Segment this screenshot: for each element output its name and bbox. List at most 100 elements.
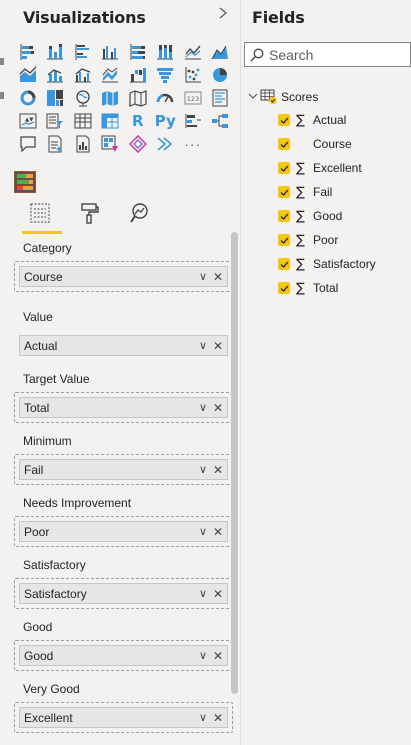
fields-search-box[interactable] (244, 42, 411, 67)
close-icon[interactable]: ✕ (213, 339, 227, 353)
well-field-pill[interactable]: Poor ∨ ✕ (19, 521, 228, 542)
chevron-down-icon[interactable]: ∨ (199, 463, 213, 476)
close-icon[interactable]: ✕ (213, 711, 227, 725)
power-apps-icon[interactable] (97, 133, 125, 155)
map-icon[interactable] (69, 87, 97, 109)
chevron-down-icon[interactable]: ∨ (199, 339, 213, 352)
kpi-icon[interactable]: ▲▼ (14, 110, 42, 132)
matrix-icon[interactable] (97, 110, 125, 132)
multi-row-card-icon[interactable] (207, 87, 235, 109)
field-item[interactable]: ∑ Good (278, 207, 342, 225)
well-drop-zone[interactable]: Actual ∨ ✕ (14, 330, 233, 361)
chevron-right-icon[interactable] (218, 6, 228, 23)
100-stacked-bar-icon[interactable] (124, 41, 152, 63)
well-field-pill[interactable]: Good ∨ ✕ (19, 645, 228, 666)
checkbox-checked[interactable] (278, 258, 290, 270)
well-label: Target Value (23, 372, 90, 386)
checkbox-checked[interactable] (278, 138, 290, 150)
checkbox-checked[interactable] (278, 186, 290, 198)
well-field-pill[interactable]: Excellent ∨ ✕ (19, 707, 228, 728)
checkbox-checked[interactable] (278, 282, 290, 294)
close-icon[interactable]: ✕ (213, 270, 227, 284)
clustered-bar-icon[interactable] (69, 41, 97, 63)
well-drop-zone[interactable]: Poor ∨ ✕ (14, 516, 233, 547)
chevron-down-icon[interactable]: ∨ (199, 401, 213, 414)
arcgis-icon[interactable] (152, 133, 180, 155)
qa-icon[interactable] (14, 133, 42, 155)
chevron-down-icon[interactable]: ∨ (199, 525, 213, 538)
well-drop-zone[interactable]: Excellent ∨ ✕ (14, 702, 233, 733)
pie-chart-icon[interactable] (207, 64, 235, 86)
stacked-bar-icon[interactable] (14, 41, 42, 63)
shape-map-icon[interactable] (124, 87, 152, 109)
clustered-column-icon[interactable] (97, 41, 125, 63)
funnel-icon[interactable] (152, 64, 180, 86)
power-automate-icon[interactable] (124, 133, 152, 155)
field-item[interactable]: ∑ Poor (278, 231, 338, 249)
paginated-report-icon[interactable] (69, 133, 97, 155)
format-tab[interactable] (72, 202, 108, 232)
line-clustered-column-icon[interactable] (69, 64, 97, 86)
more-visuals-icon[interactable]: ··· (179, 133, 207, 155)
close-icon[interactable]: ✕ (213, 525, 227, 539)
well-drop-zone[interactable]: Good ∨ ✕ (14, 640, 233, 671)
checkbox-checked[interactable] (278, 234, 290, 246)
line-stacked-column-icon[interactable] (42, 64, 70, 86)
gauge-icon[interactable] (152, 87, 180, 109)
chevron-down-icon[interactable]: ∨ (199, 649, 213, 662)
table-node-scores[interactable]: Scores (248, 89, 318, 105)
well-drop-zone[interactable]: Fail ∨ ✕ (14, 454, 233, 485)
field-item[interactable]: ∑ Fail (278, 183, 332, 201)
field-item[interactable]: ∑ Actual (278, 111, 346, 129)
donut-chart-icon[interactable] (14, 87, 42, 109)
decomposition-tree-icon[interactable] (207, 110, 235, 132)
chevron-down-icon[interactable]: ∨ (199, 711, 213, 724)
scatter-icon[interactable] (179, 64, 207, 86)
well-drop-zone[interactable]: Satisfactory ∨ ✕ (14, 578, 233, 609)
r-visual-icon[interactable]: R (124, 110, 152, 132)
well-field-pill[interactable]: Satisfactory ∨ ✕ (19, 583, 228, 604)
stacked-area-icon[interactable] (14, 64, 42, 86)
ribbon-chart-icon[interactable] (97, 64, 125, 86)
card-icon[interactable]: 123 (179, 87, 207, 109)
field-item[interactable]: ∑ Excellent (278, 159, 362, 177)
table-icon[interactable] (69, 110, 97, 132)
100-stacked-column-icon[interactable] (152, 41, 180, 63)
line-chart-icon[interactable] (179, 41, 207, 63)
well-field-pill[interactable]: Fail ∨ ✕ (19, 459, 228, 480)
fields-well-icon (30, 203, 50, 223)
custom-bullet-chart-icon[interactable] (14, 171, 36, 193)
close-icon[interactable]: ✕ (213, 587, 227, 601)
close-icon[interactable]: ✕ (213, 401, 227, 415)
checkbox-checked[interactable] (278, 210, 290, 222)
well-field-pill[interactable]: Actual ∨ ✕ (19, 335, 228, 356)
filled-map-icon[interactable] (97, 87, 125, 109)
well-field-pill[interactable]: Course ∨ ✕ (19, 266, 228, 287)
well-drop-zone[interactable]: Total ∨ ✕ (14, 392, 233, 423)
checkbox-checked[interactable] (278, 162, 290, 174)
chevron-down-icon[interactable] (248, 92, 260, 103)
python-visual-icon[interactable]: Py (152, 110, 180, 132)
checkbox-checked[interactable] (278, 114, 290, 126)
well-drop-zone[interactable]: Course ∨ ✕ (14, 261, 233, 292)
chevron-down-icon[interactable]: ∨ (199, 587, 213, 600)
smart-narrative-icon[interactable] (42, 133, 70, 155)
wells-scrollbar[interactable] (231, 232, 238, 694)
well-field-pill[interactable]: Total ∨ ✕ (19, 397, 228, 418)
field-item[interactable]: ∑ Satisfactory (278, 255, 376, 273)
field-item[interactable]: Course (278, 135, 352, 153)
search-input[interactable] (269, 46, 399, 63)
chevron-down-icon[interactable]: ∨ (199, 270, 213, 283)
close-icon[interactable]: ✕ (213, 463, 227, 477)
key-influencers-icon[interactable] (179, 110, 207, 132)
treemap-icon[interactable] (42, 87, 70, 109)
area-chart-icon[interactable] (207, 41, 235, 63)
fields-tab[interactable] (22, 202, 62, 234)
close-icon[interactable]: ✕ (213, 649, 227, 663)
analytics-tab[interactable] (122, 202, 158, 232)
sigma-icon: ∑ (296, 208, 305, 224)
field-item[interactable]: ∑ Total (278, 279, 338, 297)
slicer-icon[interactable] (42, 110, 70, 132)
waterfall-icon[interactable] (124, 64, 152, 86)
stacked-column-icon[interactable] (42, 41, 70, 63)
